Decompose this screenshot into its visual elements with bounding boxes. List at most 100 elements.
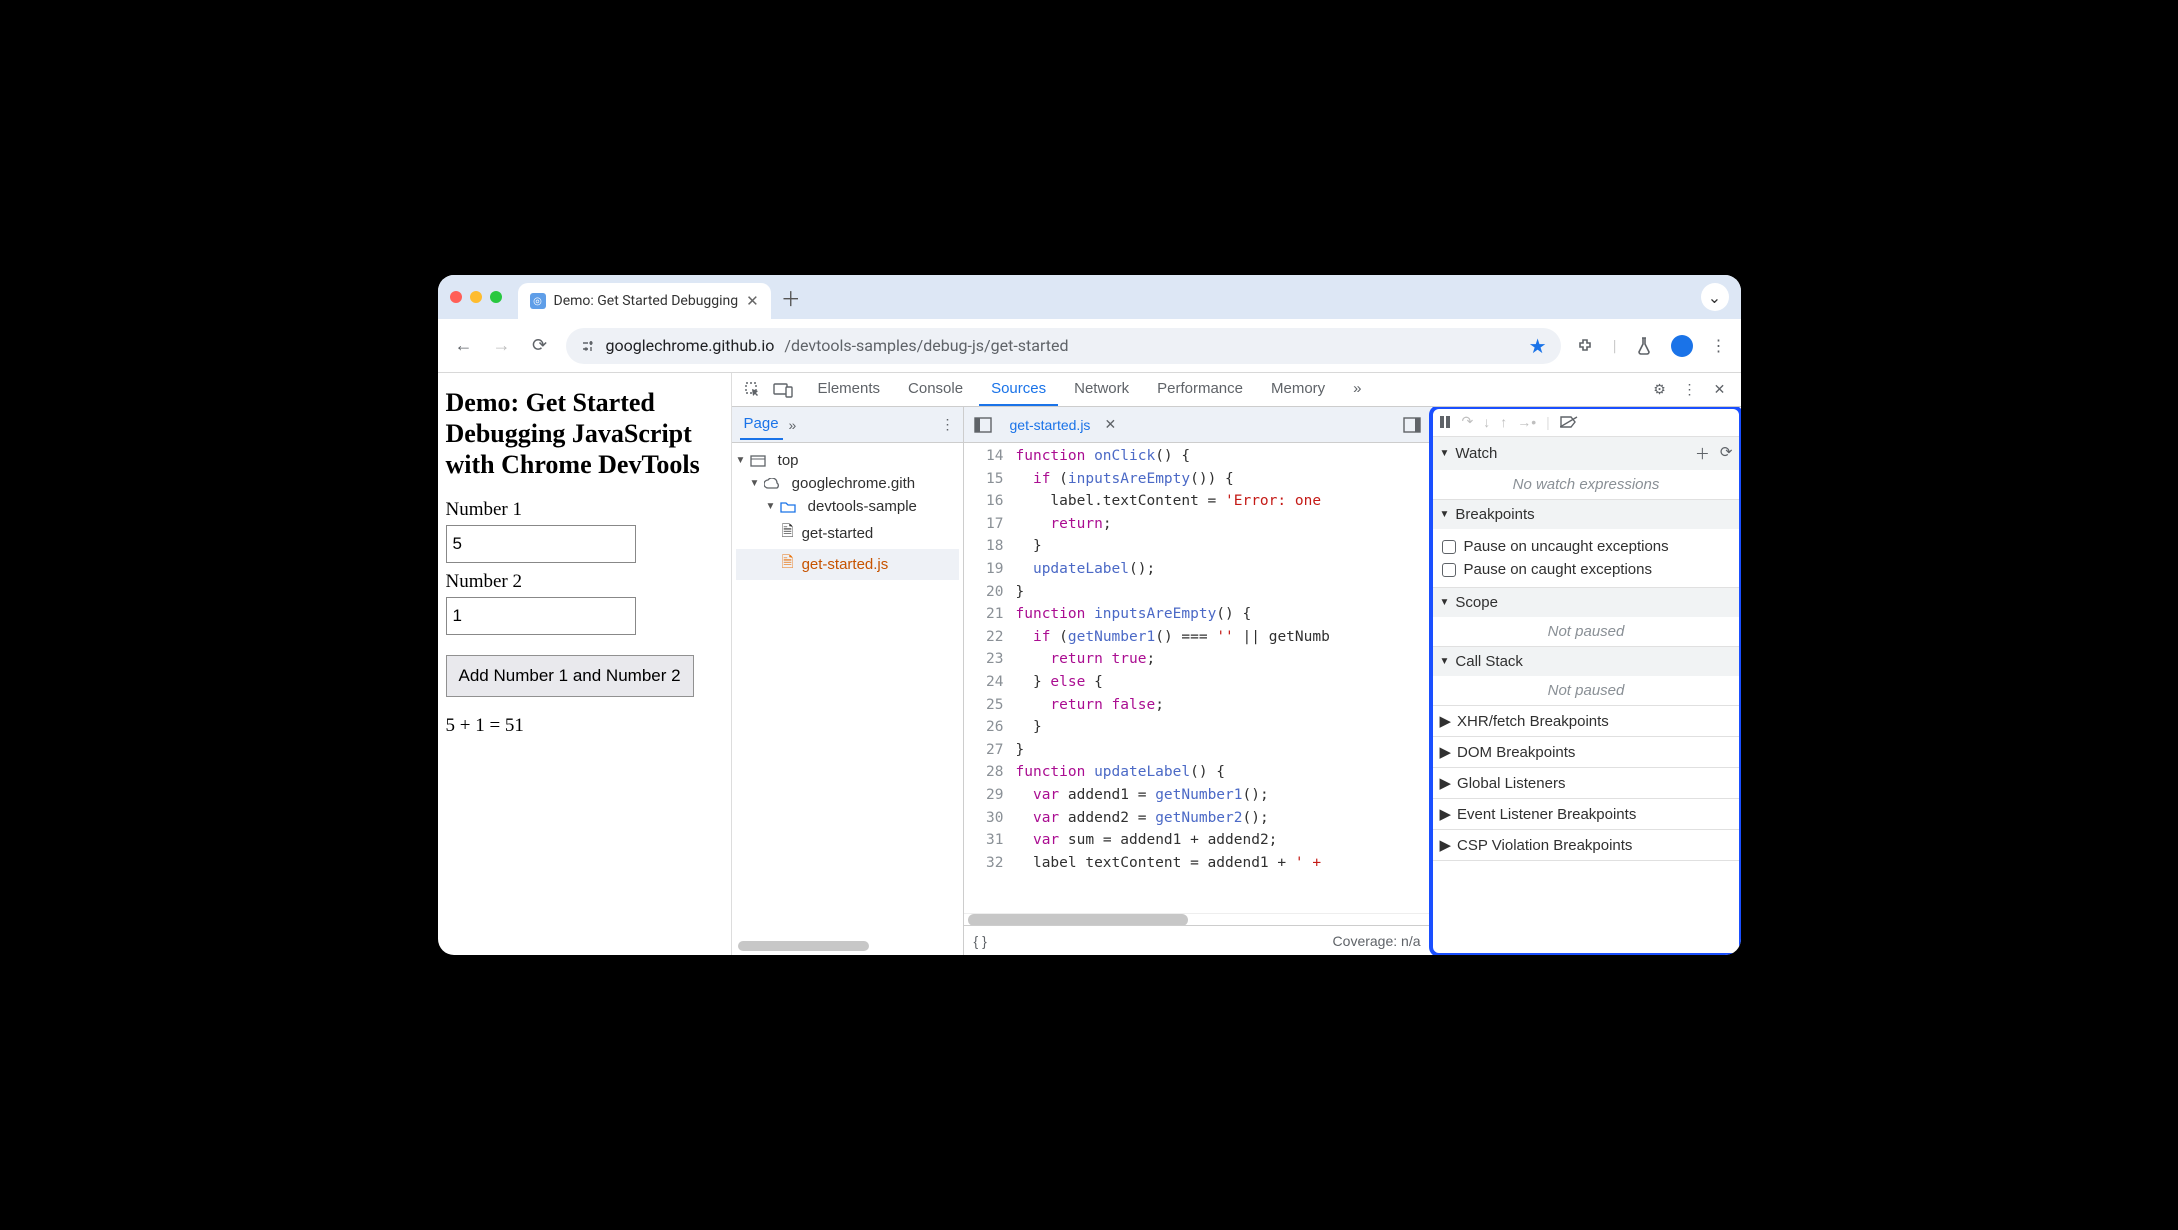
tab-memory[interactable]: Memory xyxy=(1259,373,1337,406)
step-over-icon[interactable]: ↷ xyxy=(1462,413,1474,430)
close-tab-icon[interactable]: ✕ xyxy=(746,292,759,310)
refresh-watch-icon[interactable]: ⟳ xyxy=(1720,443,1733,464)
editor-pane: get-started.js ✕ 14151617181920212223242… xyxy=(964,407,1431,955)
tree-file-html[interactable]: get-started xyxy=(736,518,959,549)
inspect-icon[interactable] xyxy=(740,377,766,403)
tab-network[interactable]: Network xyxy=(1062,373,1141,406)
collapsed-sections: ▶XHR/fetch Breakpoints▶DOM Breakpoints▶G… xyxy=(1432,706,1741,861)
navigator-overflow-icon[interactable]: » xyxy=(789,417,797,433)
tree-domain[interactable]: ▼ googlechrome.gith xyxy=(736,472,959,495)
labs-icon[interactable] xyxy=(1635,336,1653,356)
step-into-icon[interactable]: ↓ xyxy=(1483,414,1490,430)
site-settings-icon[interactable] xyxy=(580,338,596,354)
breakpoints-section-header[interactable]: ▼Breakpoints xyxy=(1432,500,1741,529)
coverage-label: Coverage: n/a xyxy=(1333,933,1421,949)
maximize-window[interactable] xyxy=(490,291,502,303)
debugger-toolbar: ↷ ↓ ↑ →• | xyxy=(1432,407,1741,437)
window-controls xyxy=(450,291,502,303)
navigator-more-icon[interactable]: ⋮ xyxy=(941,416,955,433)
toggle-debugger-icon[interactable] xyxy=(1399,412,1425,438)
more-icon[interactable]: ⋮ xyxy=(1677,377,1703,403)
number2-label: Number 2 xyxy=(446,571,721,593)
separator: | xyxy=(1613,336,1617,355)
section-xhr-fetch-breakpoints[interactable]: ▶XHR/fetch Breakpoints xyxy=(1432,706,1741,737)
profile-avatar[interactable] xyxy=(1671,335,1693,357)
section-event-listener-breakpoints[interactable]: ▶Event Listener Breakpoints xyxy=(1432,799,1741,830)
editor-scrollbar[interactable] xyxy=(964,913,1431,925)
callstack-empty: Not paused xyxy=(1432,676,1741,705)
settings-icon[interactable]: ⚙ xyxy=(1647,377,1673,403)
close-file-icon[interactable]: ✕ xyxy=(1104,416,1116,433)
tabs-dropdown[interactable]: ⌄ xyxy=(1701,283,1729,311)
pause-uncaught-checkbox[interactable]: Pause on uncaught exceptions xyxy=(1442,535,1731,558)
url-input[interactable]: googlechrome.github.io/devtools-samples/… xyxy=(566,328,1561,364)
tab-console[interactable]: Console xyxy=(896,373,975,406)
new-tab-button[interactable]: ＋ xyxy=(781,283,801,312)
content-area: Demo: Get Started Debugging JavaScript w… xyxy=(438,373,1741,955)
tab-sources[interactable]: Sources xyxy=(979,373,1058,406)
tree-top[interactable]: ▼ top xyxy=(736,449,959,472)
pause-icon[interactable] xyxy=(1438,415,1452,429)
breakpoints-options: Pause on uncaught exceptions Pause on ca… xyxy=(1432,529,1741,587)
watch-section-header[interactable]: ▼Watch ＋⟳ xyxy=(1432,437,1741,470)
debugger-pane: ↷ ↓ ↑ →• | ▼Watch ＋⟳ No watch expression… xyxy=(1431,407,1741,955)
browser-tab[interactable]: ◎ Demo: Get Started Debugging ✕ xyxy=(518,283,771,319)
toolbar-actions: | ⋮ xyxy=(1575,335,1727,357)
tab-performance[interactable]: Performance xyxy=(1145,373,1255,406)
number1-label: Number 1 xyxy=(446,499,721,521)
back-button[interactable]: ← xyxy=(452,335,476,356)
navigator-header: Page » ⋮ xyxy=(732,407,963,443)
close-window[interactable] xyxy=(450,291,462,303)
browser-window: ◎ Demo: Get Started Debugging ✕ ＋ ⌄ ← → … xyxy=(438,275,1741,955)
favicon: ◎ xyxy=(530,293,546,309)
editor-file-tab[interactable]: get-started.js xyxy=(1004,411,1097,439)
deactivate-breakpoints-icon[interactable] xyxy=(1560,416,1578,428)
tab-elements[interactable]: Elements xyxy=(806,373,893,406)
line-gutter: 14151617181920212223242526272829303132 xyxy=(964,443,1012,913)
number2-input[interactable] xyxy=(446,597,636,635)
tree-file-js[interactable]: get-started.js xyxy=(736,549,959,580)
tree-folder[interactable]: ▼ devtools-sample xyxy=(736,495,959,518)
file-tree: ▼ top ▼ googlechrome.gith ▼ devtools-sam… xyxy=(732,443,963,937)
pause-caught-checkbox[interactable]: Pause on caught exceptions xyxy=(1442,558,1731,581)
close-devtools-icon[interactable]: ✕ xyxy=(1707,377,1733,403)
section-dom-breakpoints[interactable]: ▶DOM Breakpoints xyxy=(1432,737,1741,768)
source-code: function onClick() { if (inputsAreEmpty(… xyxy=(1012,443,1334,913)
callstack-section-header[interactable]: ▼Call Stack xyxy=(1432,647,1741,676)
pretty-print-icon[interactable]: { } xyxy=(974,933,987,949)
toggle-navigator-icon[interactable] xyxy=(970,412,996,438)
devtools-tabs: Elements Console Sources Network Perform… xyxy=(806,373,1374,406)
devtools-toolbar: Elements Console Sources Network Perform… xyxy=(732,373,1741,407)
device-toggle-icon[interactable] xyxy=(770,377,796,403)
scope-empty: Not paused xyxy=(1432,617,1741,646)
address-bar: ← → ⟳ googlechrome.github.io/devtools-sa… xyxy=(438,319,1741,373)
add-watch-icon[interactable]: ＋ xyxy=(1695,443,1710,464)
extensions-icon[interactable] xyxy=(1575,336,1595,356)
url-host: googlechrome.github.io xyxy=(606,336,775,355)
minimize-window[interactable] xyxy=(470,291,482,303)
step-icon[interactable]: →• xyxy=(1517,414,1536,430)
section-global-listeners[interactable]: ▶Global Listeners xyxy=(1432,768,1741,799)
navigator-scrollbar[interactable] xyxy=(738,941,957,951)
editor-tabs: get-started.js ✕ xyxy=(964,407,1431,443)
bookmark-star-icon[interactable]: ★ xyxy=(1529,334,1547,358)
url-path: /devtools-samples/debug-js/get-started xyxy=(784,336,1068,355)
page-heading: Demo: Get Started Debugging JavaScript w… xyxy=(446,387,721,481)
tab-title: Demo: Get Started Debugging xyxy=(554,293,739,309)
tab-strip: ◎ Demo: Get Started Debugging ✕ ＋ ⌄ xyxy=(438,275,1741,319)
add-button[interactable]: Add Number 1 and Number 2 xyxy=(446,655,694,697)
navigator-page-tab[interactable]: Page xyxy=(740,409,783,440)
reload-button[interactable]: ⟳ xyxy=(528,335,552,356)
tabs-overflow-icon[interactable]: » xyxy=(1341,373,1373,406)
scope-section-header[interactable]: ▼Scope xyxy=(1432,588,1741,617)
forward-button[interactable]: → xyxy=(490,335,514,356)
step-out-icon[interactable]: ↑ xyxy=(1500,414,1507,430)
section-csp-violation-breakpoints[interactable]: ▶CSP Violation Breakpoints xyxy=(1432,830,1741,861)
number1-input[interactable] xyxy=(446,525,636,563)
result-text: 5 + 1 = 51 xyxy=(446,715,721,737)
watch-empty: No watch expressions xyxy=(1432,470,1741,499)
code-editor[interactable]: 14151617181920212223242526272829303132 f… xyxy=(964,443,1431,913)
devtools: Elements Console Sources Network Perform… xyxy=(732,373,1741,955)
menu-icon[interactable]: ⋮ xyxy=(1711,336,1727,355)
rendered-page: Demo: Get Started Debugging JavaScript w… xyxy=(438,373,732,955)
